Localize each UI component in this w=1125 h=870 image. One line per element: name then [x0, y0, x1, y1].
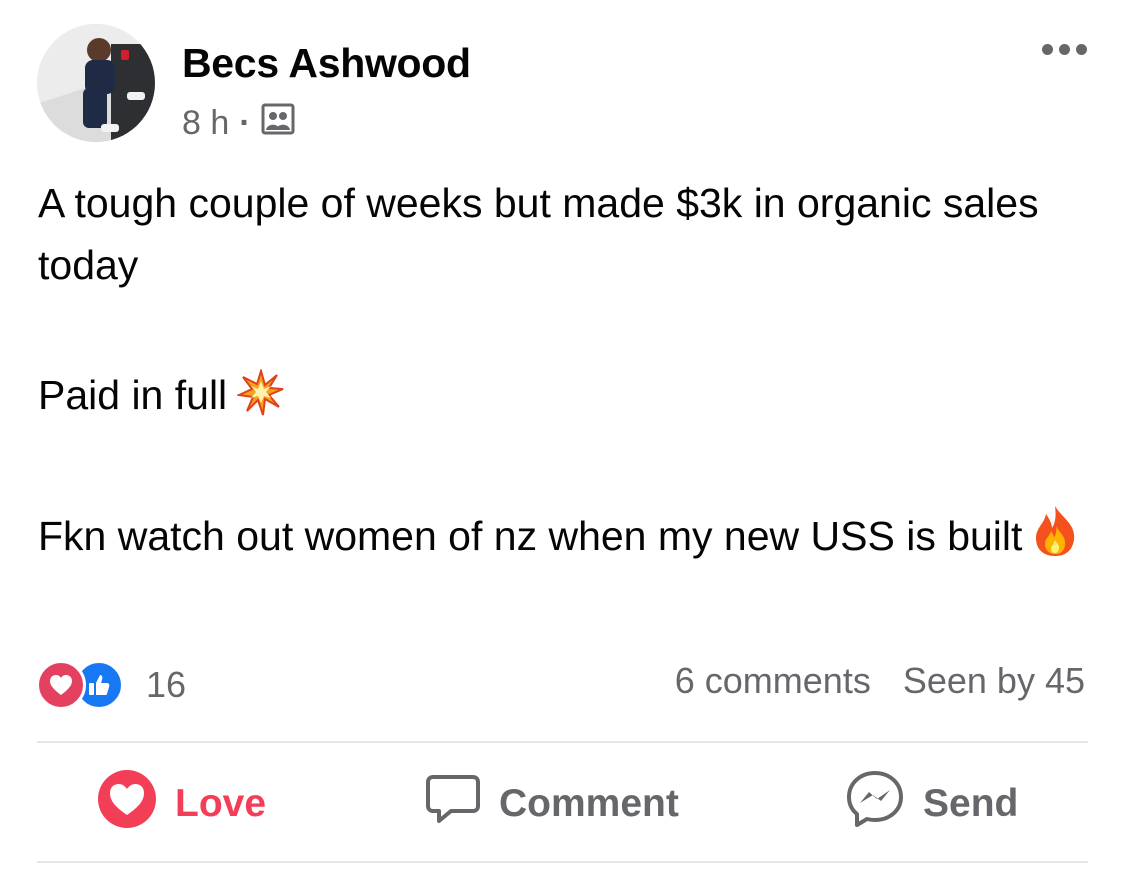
comment-bubble-icon — [425, 773, 481, 835]
post-line-1: A tough couple of weeks but made $3k in … — [38, 180, 1039, 288]
send-button[interactable]: Send — [845, 745, 1018, 863]
love-button-label: Love — [175, 782, 267, 825]
post-line-3: Fkn watch out women of nz when my new US… — [38, 504, 1098, 575]
post-line-2: Paid in full — [38, 364, 1098, 434]
post-stats: 6 comments Seen by 45 — [675, 660, 1085, 702]
action-bar: Love Comment Send — [37, 745, 1088, 863]
post-time[interactable]: 8 h — [182, 104, 229, 143]
reactions-summary[interactable]: 16 — [36, 660, 186, 710]
fire-emoji — [1032, 504, 1078, 575]
author-name[interactable]: Becs Ashwood — [182, 40, 471, 87]
post-body: A tough couple of weeks but made $3k in … — [38, 172, 1098, 575]
more-options-icon[interactable] — [1042, 44, 1087, 55]
comments-count-link[interactable]: 6 comments — [675, 660, 871, 702]
messenger-icon — [845, 769, 905, 839]
meta-separator: · — [239, 104, 251, 142]
divider-top — [37, 741, 1088, 743]
collision-emoji — [235, 367, 285, 434]
divider-bottom — [37, 861, 1088, 863]
seen-by-link[interactable]: Seen by 45 — [903, 660, 1085, 702]
comment-button[interactable]: Comment — [425, 745, 679, 863]
send-button-label: Send — [923, 782, 1019, 825]
post-meta: 8 h · — [182, 103, 295, 144]
reaction-count: 16 — [146, 664, 187, 705]
comment-button-label: Comment — [499, 782, 679, 825]
love-reaction-icon — [97, 769, 157, 839]
love-button[interactable]: Love — [97, 745, 266, 863]
author-avatar[interactable] — [37, 24, 155, 142]
avatar-photo — [37, 24, 155, 142]
love-reaction-icon — [36, 660, 86, 710]
group-icon — [261, 103, 295, 144]
